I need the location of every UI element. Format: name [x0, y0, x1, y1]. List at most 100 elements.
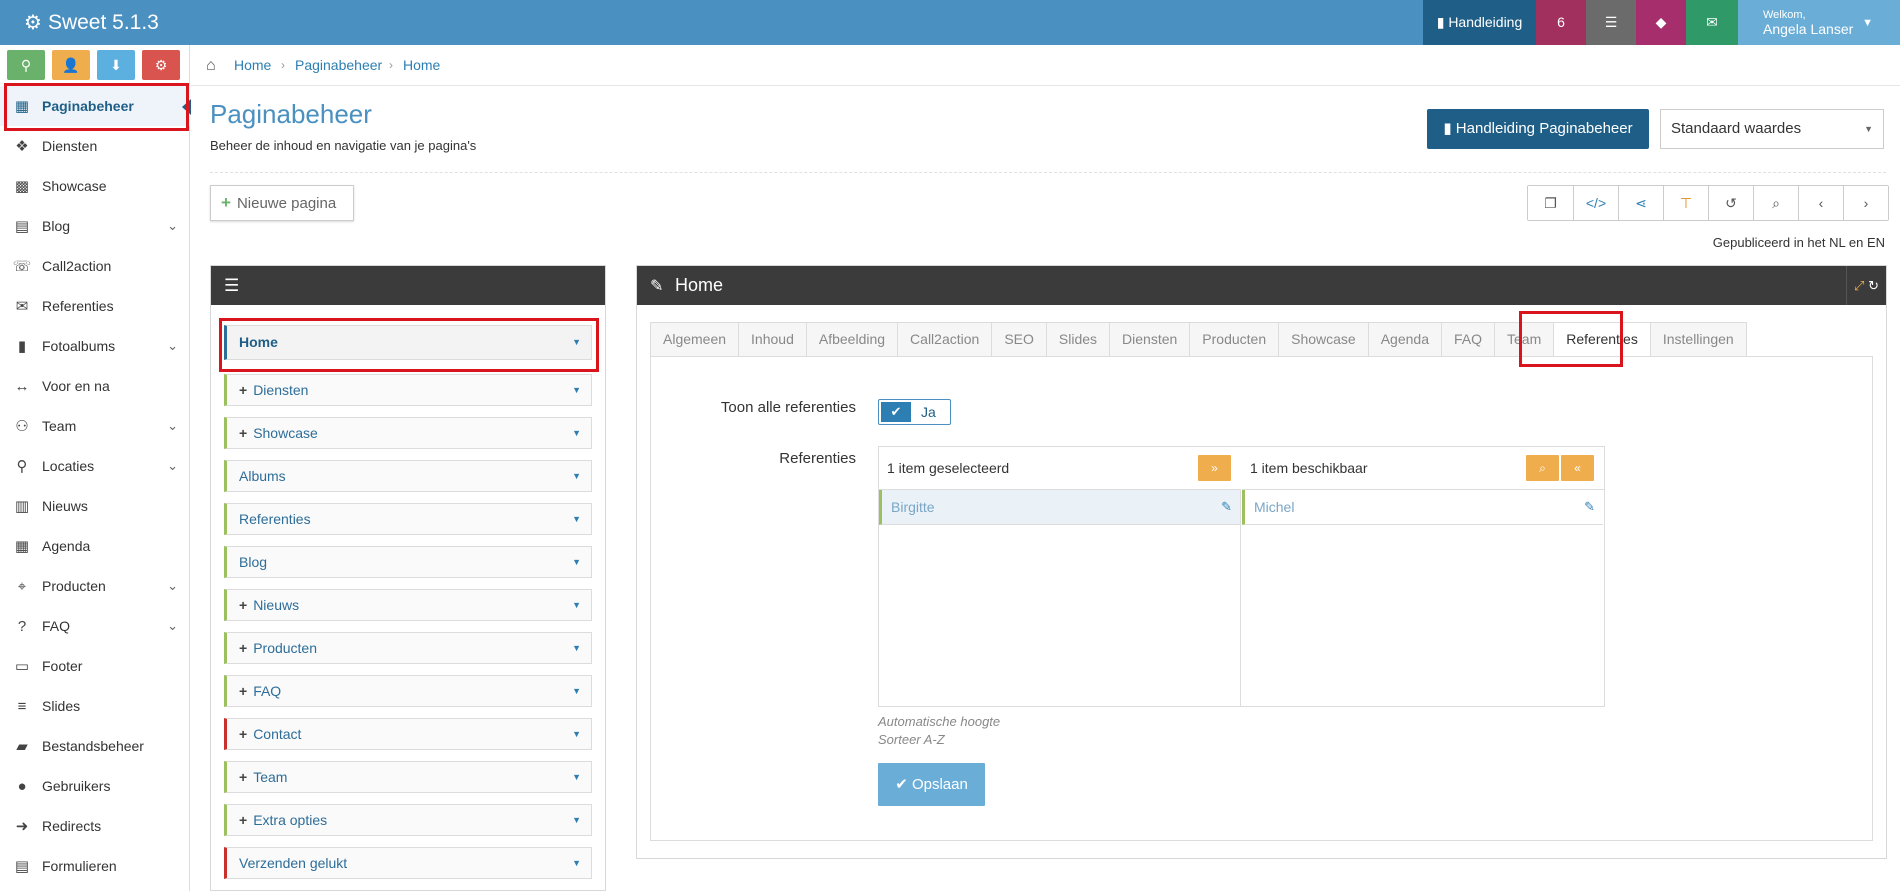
caret-down-icon[interactable]: ▼	[572, 326, 581, 359]
share-icon[interactable]: ⋖	[1618, 186, 1663, 220]
tab-inhoud[interactable]: Inhoud	[739, 322, 807, 357]
diamond-icon[interactable]: ◆	[1636, 0, 1686, 45]
tree-node[interactable]: + Showcase ▼	[224, 417, 592, 449]
sidebar-item-agenda[interactable]: ▦ Agenda	[0, 526, 190, 566]
tab-diensten[interactable]: Diensten	[1110, 322, 1191, 357]
chevron-right-icon[interactable]: ›	[1843, 186, 1888, 220]
caret-down-icon[interactable]: ▼	[572, 633, 581, 663]
tab-instellingen[interactable]: Instellingen	[1650, 322, 1747, 357]
tab-slides[interactable]: Slides	[1046, 322, 1111, 357]
tab-afbeelding[interactable]: Afbeelding	[806, 322, 899, 357]
defaults-select[interactable]: Standaard waardes ▼	[1660, 109, 1884, 149]
tab-seo[interactable]: SEO	[992, 322, 1047, 357]
tree-node[interactable]: + Team ▼	[224, 761, 592, 793]
caret-down-icon[interactable]: ▼	[572, 547, 581, 577]
sidebar-item-voor-en-na[interactable]: ↔ Voor en na	[0, 366, 190, 406]
copy-icon[interactable]: ❐	[1528, 186, 1573, 220]
tree-node[interactable]: Albums ▼	[224, 460, 592, 492]
sidebar-item-producten[interactable]: ⌖ Producten ⌄	[0, 566, 190, 606]
new-page-button[interactable]: + Nieuwe pagina	[210, 185, 354, 221]
plus-icon[interactable]: +	[239, 769, 247, 785]
plus-icon[interactable]: +	[239, 597, 247, 613]
sidebar-item-nieuws[interactable]: ▥ Nieuws	[0, 486, 190, 526]
list-item[interactable]: Birgitte ✎	[879, 490, 1240, 525]
caret-down-icon[interactable]: ▼	[572, 676, 581, 706]
show-all-toggle[interactable]: ✔ Ja	[878, 399, 951, 425]
tab-algemeen[interactable]: Algemeen	[650, 322, 740, 357]
plus-icon[interactable]: +	[239, 425, 247, 441]
tab-producten[interactable]: Producten	[1190, 322, 1280, 357]
sidebar-item-slides[interactable]: ≡ Slides	[0, 686, 190, 726]
settings-quick-button[interactable]: ⚙	[142, 50, 180, 80]
plus-icon[interactable]: +	[239, 640, 247, 656]
history-icon[interactable]: ↺	[1708, 186, 1753, 220]
tab-referenties[interactable]: Referenties	[1554, 322, 1651, 357]
tree-node[interactable]: Home ▼	[224, 325, 592, 360]
caret-down-icon[interactable]: ▼	[572, 590, 581, 620]
search-icon[interactable]: ⌕	[1753, 186, 1798, 220]
chevron-left-icon[interactable]: ‹	[1798, 186, 1843, 220]
pencil-icon[interactable]: ✎	[1221, 490, 1232, 524]
sidebar-item-blog[interactable]: ▤ Blog ⌄	[0, 206, 190, 246]
map-marker-quick-button[interactable]: ⚲	[7, 50, 45, 80]
home-icon[interactable]: ⌂	[206, 57, 216, 75]
caret-down-icon[interactable]: ▼	[572, 461, 581, 491]
tree-node[interactable]: + Nieuws ▼	[224, 589, 592, 621]
manual-button[interactable]: ▮ Handleiding	[1423, 0, 1536, 45]
caret-down-icon[interactable]: ▼	[572, 375, 581, 405]
breadcrumb-home[interactable]: Home	[234, 45, 271, 86]
manual-page-button[interactable]: ▮ Handleiding Paginabeheer	[1427, 109, 1649, 149]
sidebar-item-locaties[interactable]: ⚲ Locaties ⌄	[0, 446, 190, 486]
tab-team[interactable]: Team	[1495, 322, 1555, 357]
mail-icon[interactable]: ✉	[1686, 0, 1738, 45]
sidebar-item-formulieren[interactable]: ▤ Formulieren	[0, 846, 190, 886]
tree-node[interactable]: + Extra opties ▼	[224, 804, 592, 836]
list-item[interactable]: Michel ✎	[1242, 490, 1603, 525]
pencil-icon[interactable]: ✎	[1584, 490, 1595, 524]
sidebar-item-faq[interactable]: ? FAQ ⌄	[0, 606, 190, 646]
caret-down-icon[interactable]: ▼	[572, 805, 581, 835]
plus-icon[interactable]: +	[239, 382, 247, 398]
caret-down-icon[interactable]: ▼	[572, 848, 581, 878]
tree-node[interactable]: + FAQ ▼	[224, 675, 592, 707]
sidebar-item-team[interactable]: ⚇ Team ⌄	[0, 406, 190, 446]
sidebar-item-showcase[interactable]: ▩ Showcase	[0, 166, 190, 206]
caret-down-icon[interactable]: ▼	[572, 719, 581, 749]
tree-node[interactable]: + Producten ▼	[224, 632, 592, 664]
move-all-right-button[interactable]: »	[1198, 455, 1231, 481]
refresh-icon[interactable]: ↻	[1868, 278, 1879, 293]
tree-node[interactable]: + Diensten ▼	[224, 374, 592, 406]
expand-icon[interactable]: ⤢	[1854, 278, 1864, 293]
plus-icon[interactable]: +	[239, 726, 247, 742]
sidebar-item-fotoalbums[interactable]: ▮ Fotoalbums ⌄	[0, 326, 190, 366]
list-icon[interactable]: ☰	[1586, 0, 1636, 45]
save-button[interactable]: ✔ Opslaan	[878, 763, 985, 806]
breadcrumb-paginabeheer[interactable]: Paginabeheer	[295, 45, 382, 86]
sidebar-item-diensten[interactable]: ❖ Diensten	[0, 126, 190, 166]
app-brand[interactable]: ⚙ Sweet 5.1.3	[24, 0, 159, 45]
user-quick-button[interactable]: 👤	[52, 50, 90, 80]
user-menu[interactable]: Welkom, Angela Lanser ▼	[1738, 0, 1900, 45]
sidebar-item-paginabeheer[interactable]: ▦ Paginabeheer	[0, 86, 191, 126]
tab-agenda[interactable]: Agenda	[1368, 322, 1442, 357]
tab-call2action[interactable]: Call2action	[898, 322, 993, 357]
breadcrumb-current[interactable]: Home	[403, 45, 440, 86]
sidebar-item-footer[interactable]: ▭ Footer	[0, 646, 190, 686]
move-all-left-button[interactable]: «	[1561, 455, 1594, 481]
notification-count[interactable]: 6	[1536, 0, 1586, 45]
caret-down-icon[interactable]: ▼	[572, 504, 581, 534]
plus-icon[interactable]: +	[239, 683, 247, 699]
plus-icon[interactable]: +	[239, 812, 247, 828]
sidebar-item-call2action[interactable]: ☏ Call2action	[0, 246, 190, 286]
tree-node[interactable]: Verzenden gelukt ▼	[224, 847, 592, 879]
tree-node[interactable]: Blog ▼	[224, 546, 592, 578]
download-quick-button[interactable]: ⬇	[97, 50, 135, 80]
sitemap-icon[interactable]: ⊤	[1663, 186, 1708, 220]
caret-down-icon[interactable]: ▼	[572, 418, 581, 448]
sidebar-item-gebruikers[interactable]: ● Gebruikers	[0, 766, 190, 806]
tab-showcase[interactable]: Showcase	[1279, 322, 1369, 357]
caret-down-icon[interactable]: ▼	[572, 762, 581, 792]
tab-faq[interactable]: FAQ	[1442, 322, 1496, 357]
bars-icon[interactable]: ☰	[224, 276, 239, 296]
sidebar-item-referenties[interactable]: ✉ Referenties	[0, 286, 190, 326]
